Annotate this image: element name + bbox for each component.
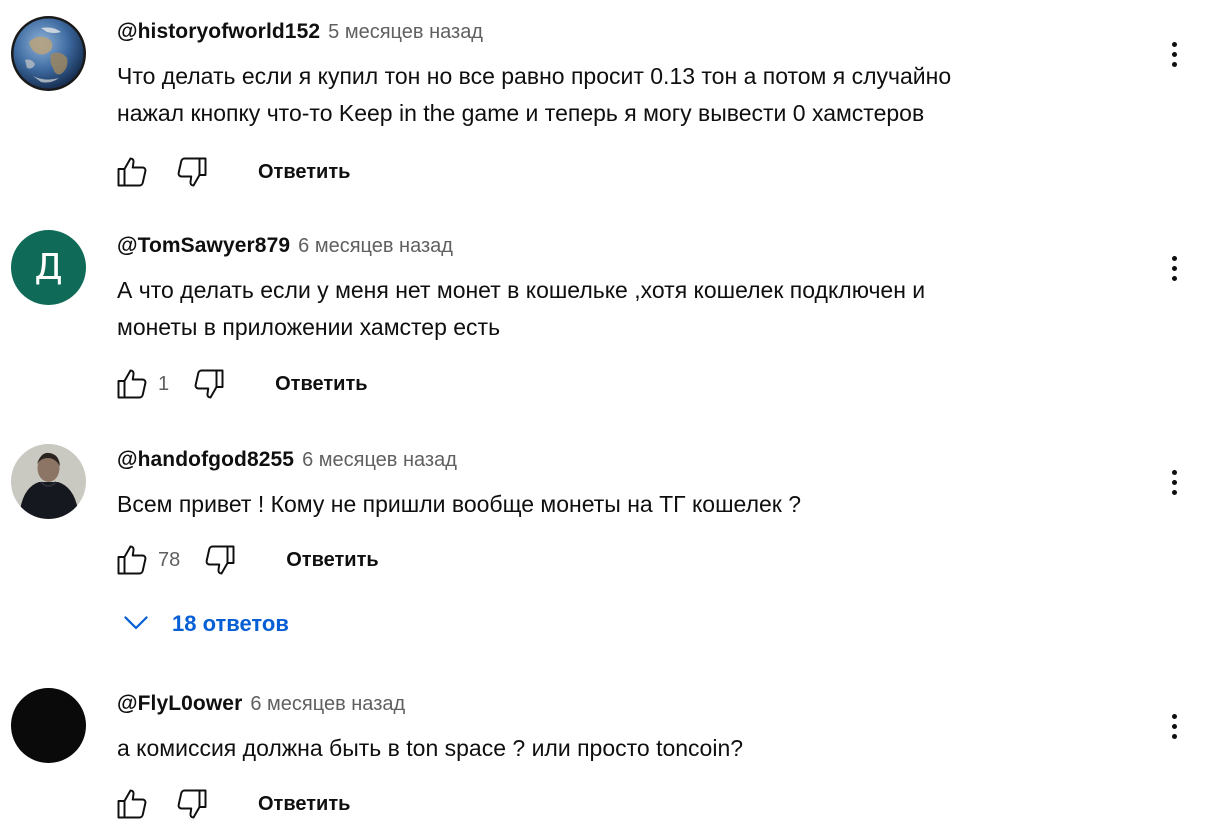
comment-actions: 1 Ответить [112,364,368,404]
more-vert-icon[interactable] [1160,250,1188,286]
comment-author[interactable]: @FlyL0ower [117,692,242,716]
thumbs-down-icon[interactable] [189,364,229,404]
comment-text: Всем привет ! Кому не пришли вообще моне… [117,486,1117,523]
avatar[interactable] [11,444,86,519]
comment-text: А что делать если у меня нет монет в кош… [117,272,1117,346]
comment-text-line: монеты в приложении хамстер есть [117,314,501,340]
avatar[interactable] [11,16,86,91]
reply-button[interactable]: Ответить [275,373,367,396]
comment-actions: Ответить [112,784,350,824]
comment-header: @FlyL0ower 6 месяцев назад [117,692,405,722]
comment-text-line: А что делать если у меня нет монет в кош… [117,277,926,303]
comment-text-line: нажал кнопку что-то Keep in the game и т… [117,100,925,126]
avatar-letter: Д [34,247,63,288]
avatar[interactable]: Д [11,230,86,305]
comment-text-line: Всем привет ! Кому не пришли вообще моне… [117,491,802,517]
thumbs-down-icon[interactable] [200,540,240,580]
more-vert-icon[interactable] [1160,36,1188,72]
comment-text: а комиссия должна быть в ton space ? или… [117,730,1117,767]
avatar[interactable] [11,688,86,763]
comment-time[interactable]: 6 месяцев назад [302,449,457,472]
comment-time[interactable]: 6 месяцев назад [250,693,405,716]
reply-button[interactable]: Ответить [258,793,350,816]
comment-time[interactable]: 5 месяцев назад [328,21,483,44]
comment-text: Что делать если я купил тон но все равно… [117,58,1117,132]
more-vert-icon[interactable] [1160,708,1188,744]
comment-author[interactable]: @historyofworld152 [117,20,320,44]
thumbs-up-icon[interactable] [112,784,152,824]
like-count: 1 [158,372,170,395]
comment-author[interactable]: @TomSawyer879 [117,234,290,258]
thumbs-down-icon[interactable] [172,784,212,824]
comment-text-line: а комиссия должна быть в ton space ? или… [117,735,744,761]
like-count: 78 [158,548,181,571]
thumbs-up-icon[interactable] [112,540,152,580]
view-replies-label[interactable]: 18 ответов [172,611,289,637]
more-vert-icon[interactable] [1160,464,1188,500]
comment-header: @TomSawyer879 6 месяцев назад [117,234,453,264]
chevron-down-icon [118,604,154,645]
comment-time[interactable]: 6 месяцев назад [298,235,453,258]
comment-text-line: Что делать если я купил тон но все равно… [117,63,952,89]
thumbs-up-icon[interactable] [112,364,152,404]
comment-author[interactable]: @handofgod8255 [117,448,294,472]
view-replies-button[interactable]: 18 ответов [118,604,289,644]
thumbs-up-icon[interactable] [112,152,152,192]
thumbs-down-icon[interactable] [172,152,212,192]
comment-actions: 78 Ответить [112,540,379,580]
comment-header: @historyofworld152 5 месяцев назад [117,20,483,50]
reply-button[interactable]: Ответить [258,161,350,184]
comment-header: @handofgod8255 6 месяцев назад [117,448,457,478]
reply-button[interactable]: Ответить [286,549,378,572]
comment-actions: Ответить [112,152,350,192]
